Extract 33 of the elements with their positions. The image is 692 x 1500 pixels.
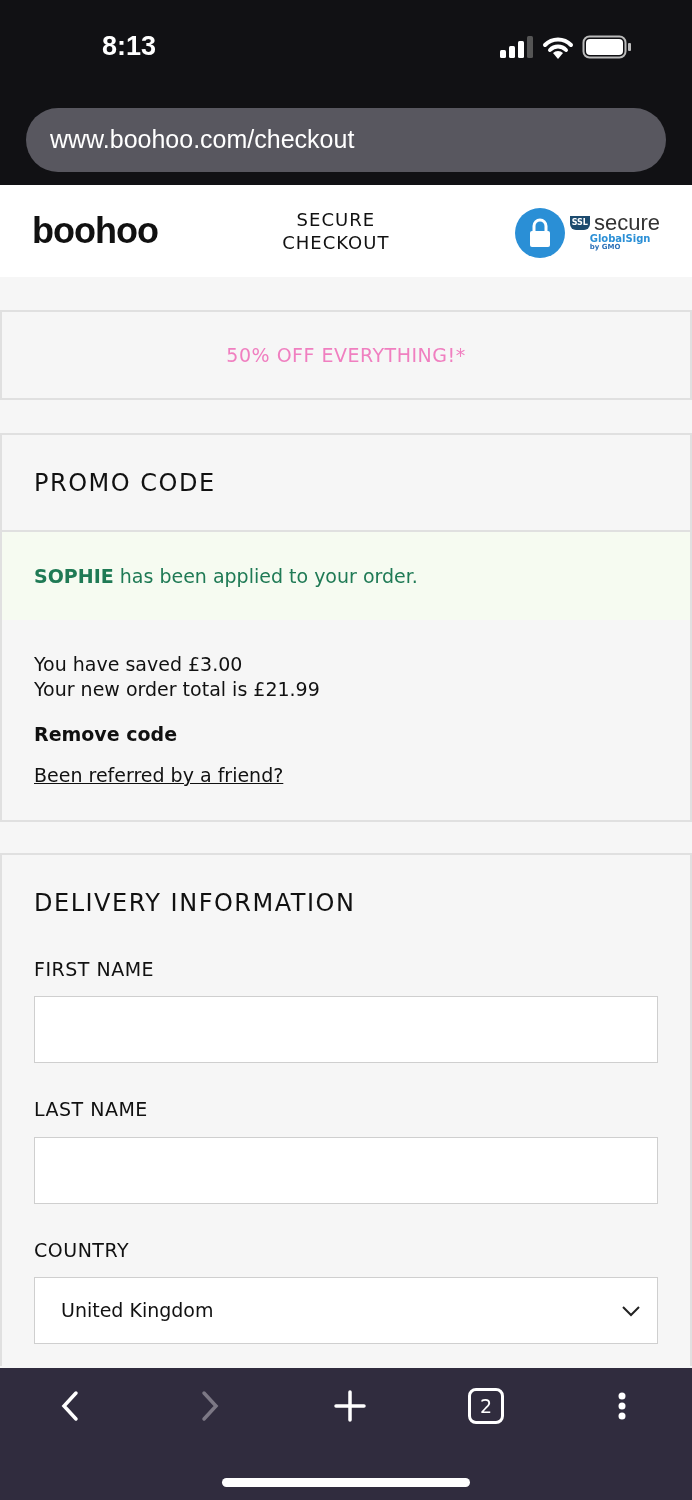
chevron-right-icon <box>200 1390 220 1422</box>
remove-code-link[interactable]: Remove code <box>34 722 178 747</box>
more-icon <box>618 1392 626 1420</box>
field-label: LAST NAME <box>34 1097 149 1122</box>
referral-link[interactable]: Been referred by a friend? <box>34 761 284 790</box>
order-total-text: Your new order total is £21.99 <box>34 677 320 702</box>
signal-icon <box>500 35 534 58</box>
wifi-icon <box>542 34 574 59</box>
brand-logo[interactable]: boohoo <box>32 204 158 258</box>
header-title: SECURE <box>295 208 377 231</box>
input-field[interactable] <box>34 1136 658 1204</box>
section-title: DELIVERY INFORMATION <box>34 887 357 919</box>
chevron-left-icon <box>60 1390 80 1422</box>
field-label: COUNTRY <box>34 1237 131 1263</box>
url-text: www.boohoo.com/checkout <box>50 124 355 156</box>
plus-icon <box>334 1390 366 1422</box>
success-text: SOPHIE has been applied to your order. <box>34 563 418 589</box>
field-label: FIRST NAME <box>34 956 156 982</box>
input-field[interactable] <box>34 996 658 1063</box>
country-dropdown[interactable]: United Kingdom <box>34 1277 658 1344</box>
badge-word: secure <box>593 211 660 234</box>
battery-icon <box>582 34 632 59</box>
status-time: 8:13 <box>102 30 157 64</box>
address-bar[interactable]: www.boohoo.com/checkout <box>26 108 666 172</box>
header-title: CHECKOUT <box>282 231 390 254</box>
savings-text: You have saved £3.00 <box>34 652 243 677</box>
tab-count-button[interactable]: 2 <box>468 1388 504 1424</box>
dropdown-value: United Kingdom <box>61 1298 214 1324</box>
chevron-down-icon <box>621 1304 641 1317</box>
ssl-shield: SSL <box>569 215 590 230</box>
section-title: PROMO CODE <box>34 467 216 499</box>
banner-text: 50% OFF EVERYTHING!* <box>226 342 466 368</box>
badge-brand: GlobalSign <box>589 233 652 244</box>
